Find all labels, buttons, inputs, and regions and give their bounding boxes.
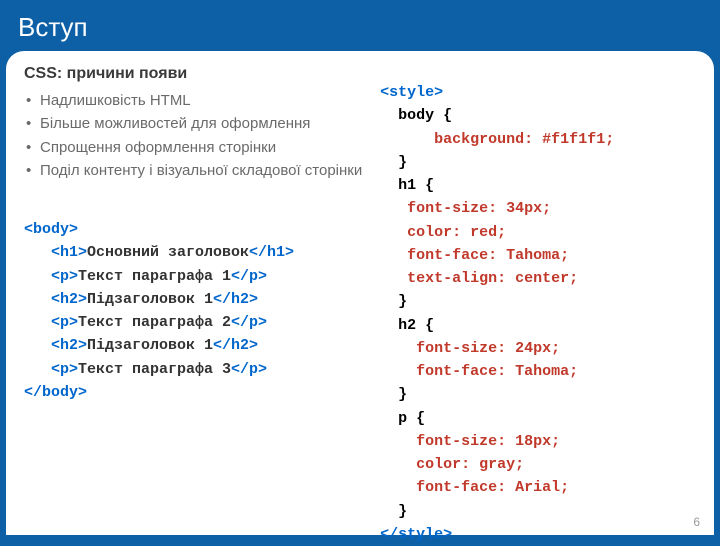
list-item: Спрощення оформлення сторінки: [26, 136, 374, 159]
code-token: <body>: [24, 221, 78, 238]
code-token: </p>: [231, 268, 267, 285]
code-token: font-face: Tahoma;: [380, 363, 578, 380]
code-token: h1 {: [380, 177, 434, 194]
right-column: <style> body { background: #f1f1f1; } h1…: [380, 65, 696, 525]
code-token: <p>: [24, 361, 78, 378]
code-token: color: gray;: [380, 456, 524, 473]
code-token: Текст параграфа 1: [78, 268, 231, 285]
code-token: }: [380, 293, 407, 310]
code-token: font-size: 24px;: [380, 340, 560, 357]
code-token: Текст параграфа 3: [78, 361, 231, 378]
code-token: </body>: [24, 384, 87, 401]
code-token: font-face: Arial;: [380, 479, 569, 496]
code-token: </p>: [231, 314, 267, 331]
code-token: Основний заголовок: [87, 244, 249, 261]
left-column: CSS: причини появи Надлишковість HTML Бі…: [24, 65, 380, 525]
code-token: <h2>: [24, 337, 87, 354]
list-item: Більше можливостей для оформлення: [26, 112, 374, 135]
code-token: <style>: [380, 84, 443, 101]
code-token: color: red;: [380, 224, 506, 241]
bullet-list: Надлишковість HTML Більше можливостей дл…: [24, 89, 374, 182]
code-token: }: [380, 503, 407, 520]
code-token: p {: [380, 410, 425, 427]
code-token: </p>: [231, 361, 267, 378]
code-token: Текст параграфа 2: [78, 314, 231, 331]
code-token: }: [380, 154, 407, 171]
code-token: font-face: Tahoma;: [380, 247, 569, 264]
code-token: body {: [380, 107, 452, 124]
slide-content: CSS: причини появи Надлишковість HTML Бі…: [6, 51, 714, 535]
code-token: </h2>: [213, 337, 258, 354]
code-token: </h2>: [213, 291, 258, 308]
page-number: 6: [693, 515, 700, 529]
code-token: </h1>: [249, 244, 294, 261]
code-token: <h2>: [24, 291, 87, 308]
code-token: <h1>: [24, 244, 87, 261]
code-token: <p>: [24, 314, 78, 331]
subtitle: CSS: причини появи: [24, 65, 374, 83]
css-code-sample: <style> body { background: #f1f1f1; } h1…: [380, 81, 696, 546]
code-token: }: [380, 386, 407, 403]
code-token: font-size: 34px;: [380, 200, 551, 217]
list-item: Поділ контенту і візуальної складової ст…: [26, 159, 374, 182]
code-token: Підзаголовок 1: [87, 291, 213, 308]
code-token: h2 {: [380, 317, 434, 334]
code-token: <p>: [24, 268, 78, 285]
code-token: </style>: [380, 526, 452, 543]
code-token: Підзаголовок 1: [87, 337, 213, 354]
html-code-sample: <body> <h1>Основний заголовок</h1> <p>Те…: [24, 218, 374, 404]
slide-title: Вступ: [0, 0, 720, 51]
list-item: Надлишковість HTML: [26, 89, 374, 112]
code-token: font-size: 18px;: [380, 433, 560, 450]
code-token: text-align: center;: [380, 270, 578, 287]
code-token: background: #f1f1f1;: [380, 131, 614, 148]
